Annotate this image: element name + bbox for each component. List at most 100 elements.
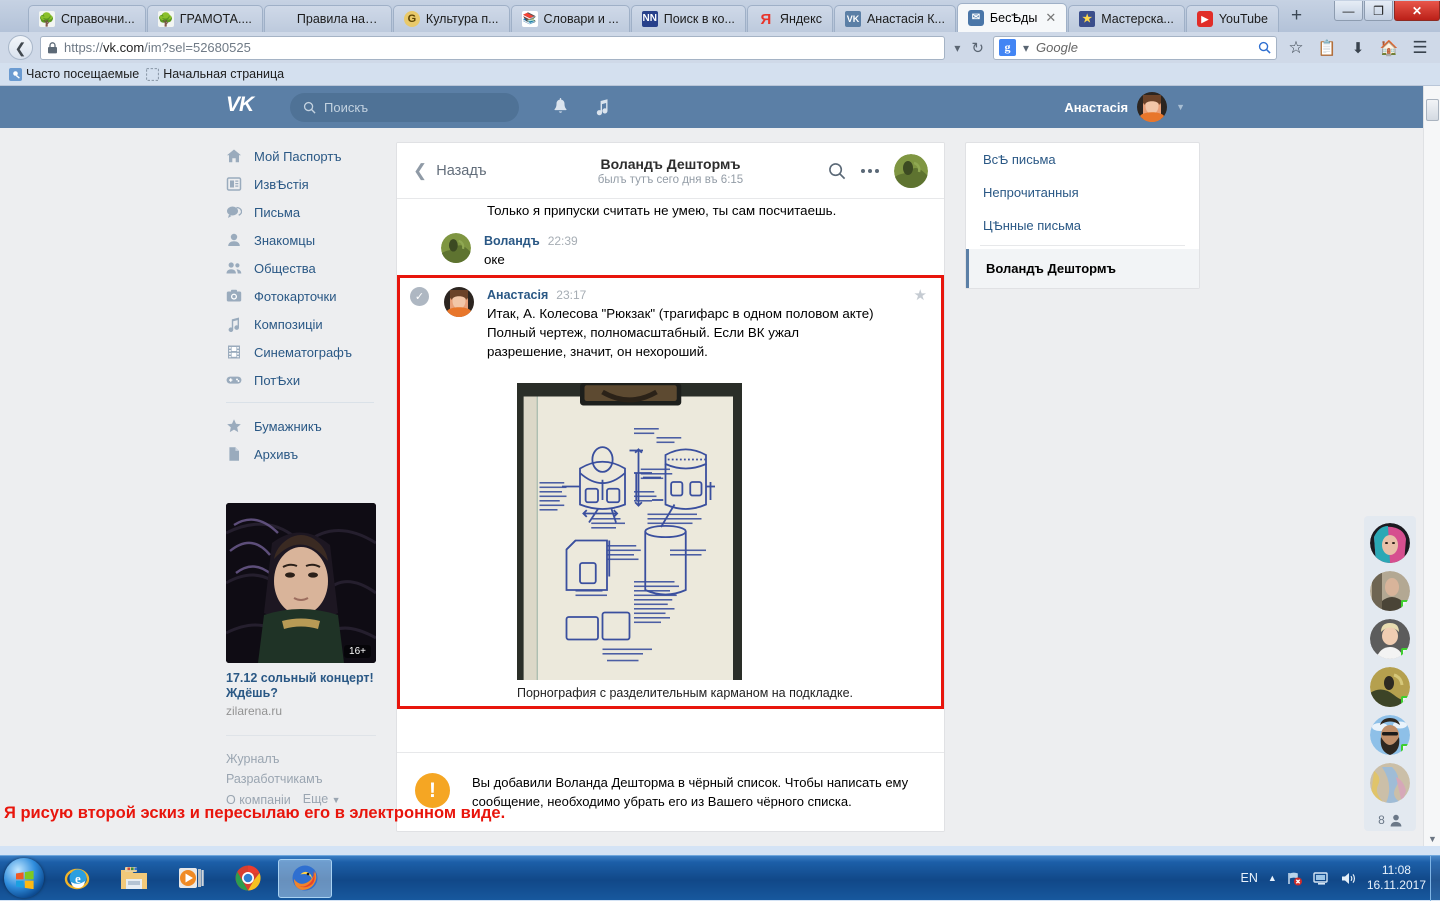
message-author[interactable]: Анастасія — [487, 288, 548, 302]
friends-online-count[interactable]: 8 — [1378, 811, 1402, 827]
browser-tab-4[interactable]: 📚 Словари и ... — [511, 5, 630, 32]
clock[interactable]: 11:08 16.11.2017 — [1367, 863, 1426, 893]
vk-search-input[interactable]: Поискъ — [290, 93, 519, 122]
vk-logo-icon[interactable]: VK — [226, 93, 268, 121]
ad-title[interactable]: 17.12 сольный концерт! Ждёшь? — [226, 671, 376, 701]
sidebar-item-archive[interactable]: Архивъ — [226, 440, 376, 468]
sidebar-item-wallet[interactable]: Бумажникъ — [226, 412, 376, 440]
taskbar-media-player[interactable] — [164, 859, 218, 898]
sidebar-item-news[interactable]: ИзвѢстія — [226, 170, 376, 198]
friend-avatar-5[interactable] — [1370, 763, 1410, 803]
bookmark-frequently-visited[interactable]: Часто посещаемые — [9, 67, 139, 81]
browser-tab-0[interactable]: 🌳 Справочни... — [28, 5, 146, 32]
avatar[interactable] — [1137, 92, 1167, 122]
sidebar-item-games[interactable]: ПотѢхи — [226, 366, 376, 394]
minimize-button[interactable]: — — [1334, 1, 1363, 21]
downloads-icon[interactable]: ⬇ — [1346, 36, 1370, 60]
friend-avatar-2[interactable] — [1370, 619, 1410, 659]
more-options-icon[interactable] — [860, 168, 880, 174]
page-scrollbar[interactable]: ▼ — [1423, 86, 1440, 846]
home-icon[interactable]: 🏠 — [1377, 36, 1401, 60]
filter-all-messages[interactable]: ВсѢ письма — [966, 143, 1199, 176]
search-icon — [303, 101, 316, 114]
start-button[interactable] — [4, 858, 44, 898]
sidebar-item-groups[interactable]: Общества — [226, 254, 376, 282]
chat-avatar[interactable] — [894, 154, 928, 188]
browser-tab-10[interactable]: ▶ YouTube — [1186, 5, 1279, 32]
star-icon[interactable]: ★ — [914, 286, 927, 304]
close-window-button[interactable]: ✕ — [1394, 1, 1440, 21]
avatar[interactable] — [441, 233, 471, 263]
online-badge — [1401, 648, 1410, 659]
scrollbar-thumb[interactable] — [1426, 99, 1439, 121]
sidebar-item-music[interactable]: Композиціи — [226, 310, 376, 338]
reading-list-icon[interactable]: 📋 — [1315, 36, 1339, 60]
close-tab-icon[interactable]: ✕ — [1045, 10, 1056, 26]
network-error-icon[interactable] — [1287, 871, 1303, 886]
browser-tab-8-active[interactable]: ✉ БесѢды ✕ — [957, 3, 1067, 32]
show-desktop-button[interactable] — [1430, 856, 1440, 901]
search-icon[interactable] — [1258, 41, 1271, 54]
chevron-down-icon[interactable]: ▼ — [1176, 102, 1185, 112]
chevron-down-icon[interactable]: ▾ — [952, 41, 962, 55]
friend-avatar-1[interactable] — [1370, 571, 1410, 611]
online-badge — [1401, 696, 1410, 707]
browser-tab-7[interactable]: VK Анастасія К... — [834, 5, 956, 32]
sidebar-item-photos[interactable]: Фотокарточки — [226, 282, 376, 310]
music-note-icon[interactable] — [585, 90, 619, 124]
message-volandj[interactable]: Воландъ 22:39 оке — [397, 224, 944, 275]
monitor-icon[interactable] — [1313, 871, 1330, 886]
sidebar-item-friends[interactable]: Знакомцы — [226, 226, 376, 254]
bookmark-star-icon[interactable]: ☆ — [1284, 36, 1308, 60]
back-button[interactable]: ❮ — [8, 35, 33, 60]
language-indicator[interactable]: EN — [1241, 871, 1258, 885]
sidebar-item-messages[interactable]: Письма — [226, 198, 376, 226]
browser-tab-3[interactable]: G Культура п... — [393, 5, 510, 32]
search-input[interactable]: g ▾ Google — [993, 36, 1277, 60]
footer-link-journal[interactable]: Журналъ — [226, 749, 376, 769]
filter-important[interactable]: ЦѢнные письма — [966, 209, 1199, 242]
sidebar-item-passport[interactable]: Мой Паспортъ — [226, 142, 376, 170]
browser-tab-5[interactable]: NN Поиск в ко... — [631, 5, 746, 32]
taskbar-firefox[interactable] — [278, 859, 332, 898]
back-to-dialogs-button[interactable]: ❮ Назадъ — [413, 161, 487, 181]
url-bar[interactable]: https://vk.com/im?sel=52680525 — [40, 36, 945, 60]
taskbar-google-chrome[interactable] — [221, 859, 275, 898]
message-author[interactable]: Воландъ — [484, 234, 540, 248]
maximize-button[interactable]: ❐ — [1364, 1, 1393, 21]
browser-tab-6[interactable]: Я Яндекс — [747, 5, 833, 32]
message-body: Анастасія 23:17 Итак, А. Колесова "Рюкза… — [487, 287, 925, 700]
taskbar-file-explorer[interactable] — [107, 859, 161, 898]
user-menu[interactable]: Анастасія ▼ — [1064, 92, 1185, 122]
friend-avatar-3[interactable] — [1370, 667, 1410, 707]
dialog-item-active[interactable]: Воландъ Дештормъ — [966, 249, 1199, 288]
message-highlighted-anastasia[interactable]: ✓ ★ Анастасія 23:17 — [397, 275, 944, 709]
sidebar-item-video[interactable]: Синематографъ — [226, 338, 376, 366]
taskbar-internet-explorer[interactable]: e — [50, 859, 104, 898]
new-tab-button[interactable]: + — [1280, 6, 1313, 27]
advertisement[interactable]: 16+ 17.12 сольный концерт! Ждёшь? zilare… — [226, 503, 376, 718]
volume-icon[interactable] — [1340, 871, 1357, 886]
bookmark-home-page[interactable]: Начальная страница — [146, 67, 284, 81]
friend-avatar-4[interactable] — [1370, 715, 1410, 755]
filter-unread[interactable]: Непрочитанныя — [966, 176, 1199, 209]
avatar[interactable] — [444, 287, 474, 317]
ad-url[interactable]: zilarena.ru — [226, 704, 376, 718]
check-icon[interactable]: ✓ — [410, 287, 429, 306]
browser-tab-1[interactable]: 🌳 ГРАМОТА.... — [147, 5, 263, 32]
browser-tab-2[interactable]: Правила напис... — [264, 5, 392, 32]
friend-avatar-0[interactable] — [1370, 523, 1410, 563]
footer-link-developers[interactable]: Разработчикамъ — [226, 769, 376, 789]
attachment-sketch-photo[interactable] — [517, 383, 742, 680]
bell-icon[interactable] — [543, 90, 577, 124]
browser-tab-9[interactable]: ★ Мастерска... — [1068, 5, 1185, 32]
search-icon[interactable] — [828, 162, 846, 180]
home-icon — [226, 148, 242, 164]
show-hidden-icon[interactable]: ▲ — [1268, 873, 1277, 883]
reload-icon[interactable]: ↻ — [969, 39, 986, 57]
video-icon — [226, 344, 242, 360]
ad-image[interactable]: 16+ — [226, 503, 376, 663]
chevron-down-icon[interactable]: ▾ — [1021, 41, 1031, 55]
menu-icon[interactable]: ☰ — [1408, 36, 1432, 60]
scroll-down-arrow-icon[interactable]: ▼ — [1428, 834, 1437, 844]
